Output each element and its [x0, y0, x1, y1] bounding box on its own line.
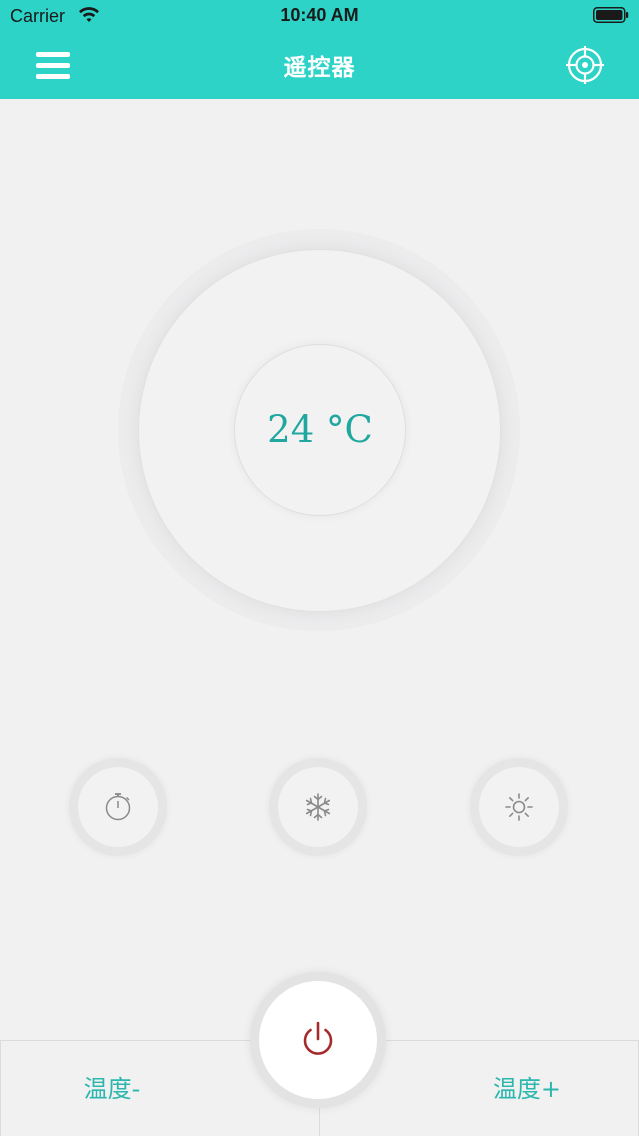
crosshair-target-icon[interactable] [564, 44, 606, 86]
temperature-up-button[interactable]: 温度+ [415, 1042, 639, 1136]
snowflake-icon [305, 793, 331, 821]
battery-icon [593, 7, 629, 23]
sun-icon [505, 793, 533, 821]
cool-mode-button[interactable] [269, 758, 367, 856]
temperature-down-button[interactable]: 温度- [0, 1042, 224, 1136]
power-button[interactable] [259, 981, 377, 1099]
page-title: 遥控器 [283, 55, 356, 81]
power-icon [303, 1021, 333, 1055]
app-header: Carrier 10:40 AM 遥控器 [0, 0, 639, 99]
temperature-value: 24 °C [267, 408, 373, 451]
timer-button[interactable] [69, 758, 167, 856]
heat-mode-button[interactable] [470, 758, 568, 856]
status-time: 10:40 AM [280, 5, 359, 25]
status-bar: Carrier 10:40 AM [0, 0, 639, 34]
timer-icon [105, 793, 131, 821]
